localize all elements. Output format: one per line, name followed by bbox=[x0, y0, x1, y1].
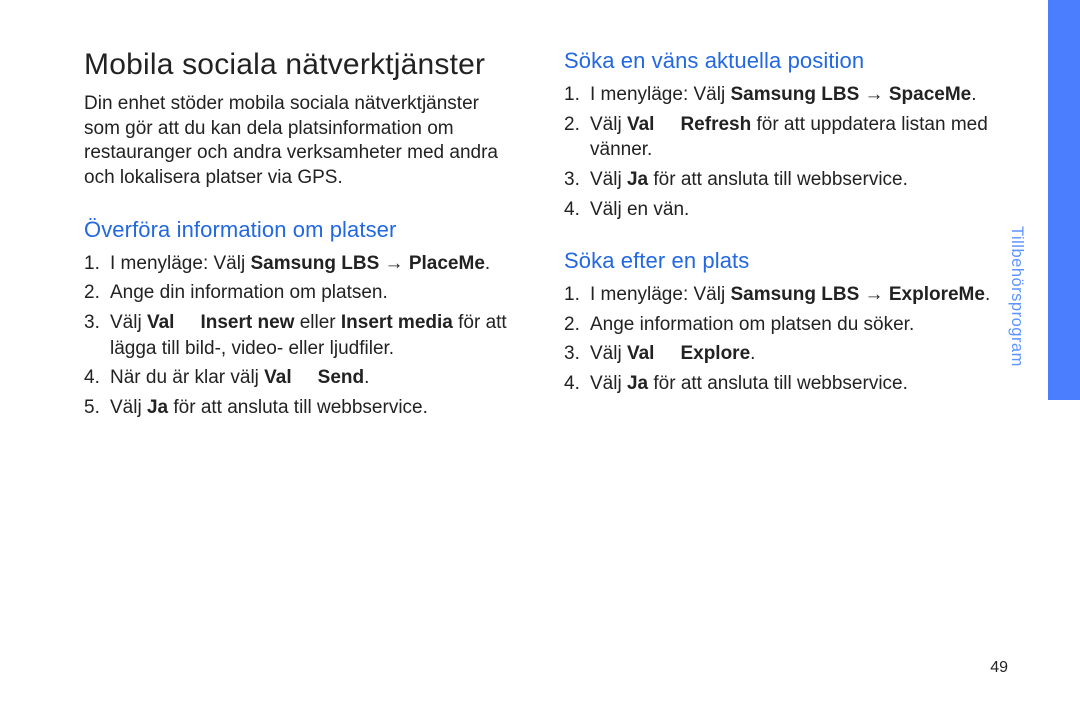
section2-list: I menyläge: Välj Samsung LBS → SpaceMe. … bbox=[564, 82, 996, 222]
list-item: I menyläge: Välj Samsung LBS → PlaceMe. bbox=[84, 251, 516, 277]
list-item: Välj ValRefresh för att uppdatera listan… bbox=[564, 112, 996, 163]
list-item: Välj ValInsert new eller Insert media fö… bbox=[84, 310, 516, 361]
list-item: Ange din information om platsen. bbox=[84, 280, 516, 306]
section2-heading: Söka en väns aktuella position bbox=[564, 48, 996, 74]
list-item: Välj Ja för att ansluta till webbservice… bbox=[84, 395, 516, 421]
section3-list: I menyläge: Välj Samsung LBS → ExploreMe… bbox=[564, 282, 996, 397]
side-tab bbox=[1048, 0, 1080, 400]
section3-heading: Söka efter en plats bbox=[564, 248, 996, 274]
list-item: Ange information om platsen du söker. bbox=[564, 312, 996, 338]
section1-heading: Överföra information om platser bbox=[84, 217, 516, 243]
section1-list: I menyläge: Välj Samsung LBS → PlaceMe. … bbox=[84, 251, 516, 421]
list-item: Välj en vän. bbox=[564, 197, 996, 223]
list-item: Välj ValExplore. bbox=[564, 341, 996, 367]
page-number: 49 bbox=[990, 659, 1008, 677]
list-item: När du är klar välj ValSend. bbox=[84, 365, 516, 391]
list-item: I menyläge: Välj Samsung LBS → SpaceMe. bbox=[564, 82, 996, 108]
list-item: Välj Ja för att ansluta till webbservice… bbox=[564, 167, 996, 193]
page-title: Mobila sociala nätverktjänster bbox=[84, 48, 516, 82]
side-section-label: Tillbehörsprogram bbox=[1007, 226, 1026, 367]
left-column: Mobila sociala nätverktjänster Din enhet… bbox=[84, 48, 516, 697]
list-item: Välj Ja för att ansluta till webbservice… bbox=[564, 371, 996, 397]
intro-text: Din enhet stöder mobila sociala nätverkt… bbox=[84, 92, 516, 191]
list-item: I menyläge: Välj Samsung LBS → ExploreMe… bbox=[564, 282, 996, 308]
right-column: Söka en väns aktuella position I menyläg… bbox=[564, 48, 1044, 697]
